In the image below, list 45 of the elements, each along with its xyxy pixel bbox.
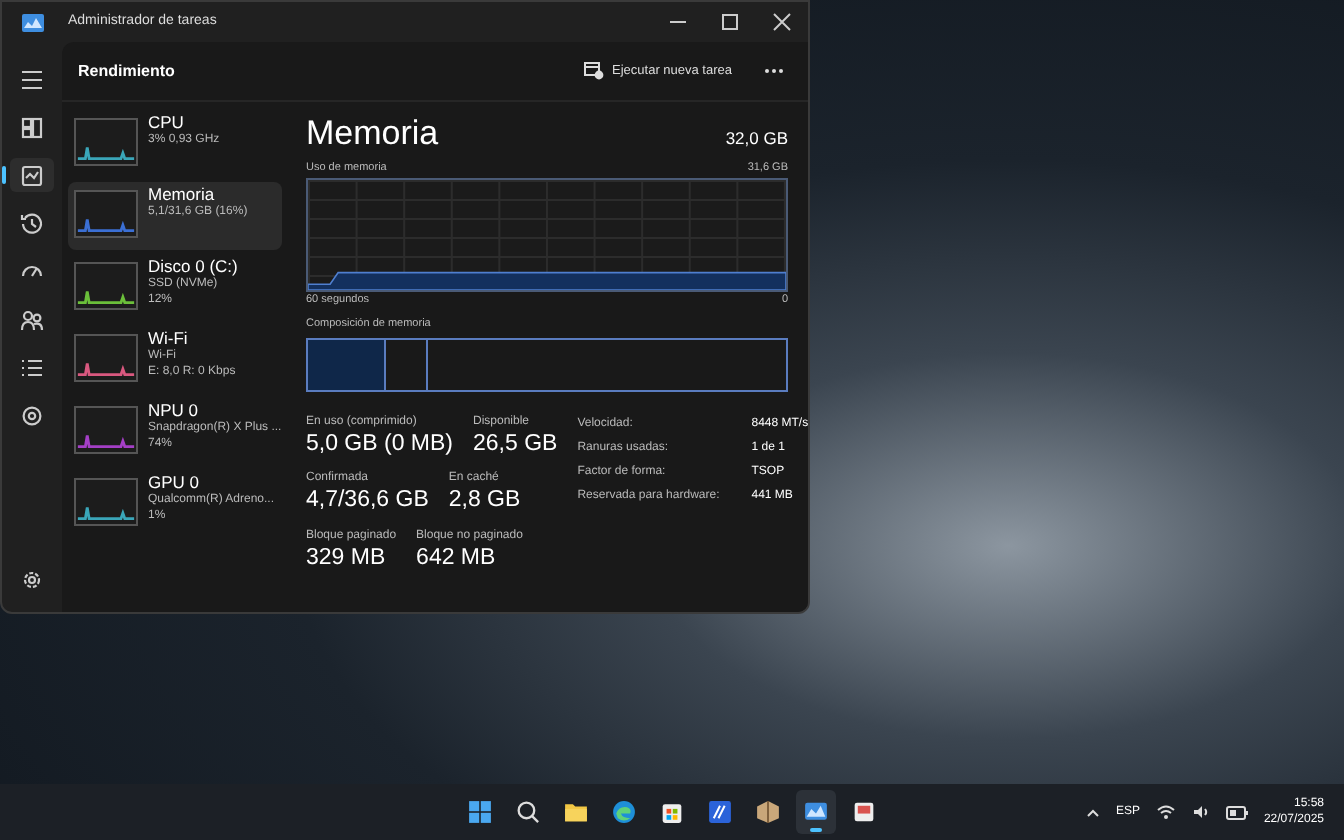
usage-graph-thumbnail — [74, 118, 138, 166]
history-icon — [20, 211, 44, 235]
users-icon — [20, 307, 44, 331]
list-icon — [20, 355, 44, 379]
window-app-icon — [850, 798, 878, 826]
grid-icon — [20, 115, 44, 139]
usage-graph-thumbnail — [74, 478, 138, 526]
folder-icon — [562, 798, 590, 826]
device-name: Wi-Fi — [148, 330, 190, 349]
stat-value: 4,7/36,6 GB — [306, 486, 429, 516]
resource-title: Memoria — [306, 116, 439, 150]
new-task-icon — [584, 62, 605, 80]
usage-graph-thumbnail — [74, 334, 138, 382]
usage-graph-thumbnail — [74, 262, 138, 310]
stat-value: 2,8 GB — [448, 486, 521, 516]
battery-icon[interactable] — [1225, 805, 1248, 819]
device-name: Memoria — [148, 186, 217, 205]
box-icon — [754, 798, 782, 826]
slash-app-icon — [706, 798, 734, 826]
stat-value: 329 MB — [306, 543, 388, 573]
device-name: CPU — [148, 114, 186, 133]
usage-graph-thumbnail — [74, 190, 138, 238]
page-title: Rendimiento — [78, 59, 175, 83]
menu-icon — [20, 67, 44, 91]
task-manager-icon — [802, 798, 830, 826]
total-memory: 32,0 GB — [725, 126, 788, 152]
taskbar-app-button[interactable] — [796, 790, 836, 834]
device-name: NPU 0 — [148, 402, 201, 421]
stat-value: 26,5 GB — [473, 429, 558, 459]
speaker-icon[interactable] — [1191, 804, 1210, 820]
usage-graph-thumbnail — [74, 406, 138, 454]
chevron-up-icon[interactable] — [1085, 807, 1100, 817]
browser-icon — [610, 798, 638, 826]
wifi-icon[interactable] — [1155, 804, 1176, 820]
stat-value: 642 MB — [416, 543, 498, 573]
device-name: Disco 0 (C:) — [148, 258, 238, 277]
device-name: GPU 0 — [148, 474, 202, 493]
start-icon — [466, 798, 494, 826]
store-icon — [658, 798, 686, 826]
search-icon — [514, 798, 542, 826]
stat-value: 5,0 GB (0 MB) — [306, 429, 453, 459]
settings-icon — [20, 567, 44, 591]
more-icon — [764, 68, 784, 74]
app-icon — [22, 13, 44, 31]
monitor-icon — [20, 163, 44, 187]
